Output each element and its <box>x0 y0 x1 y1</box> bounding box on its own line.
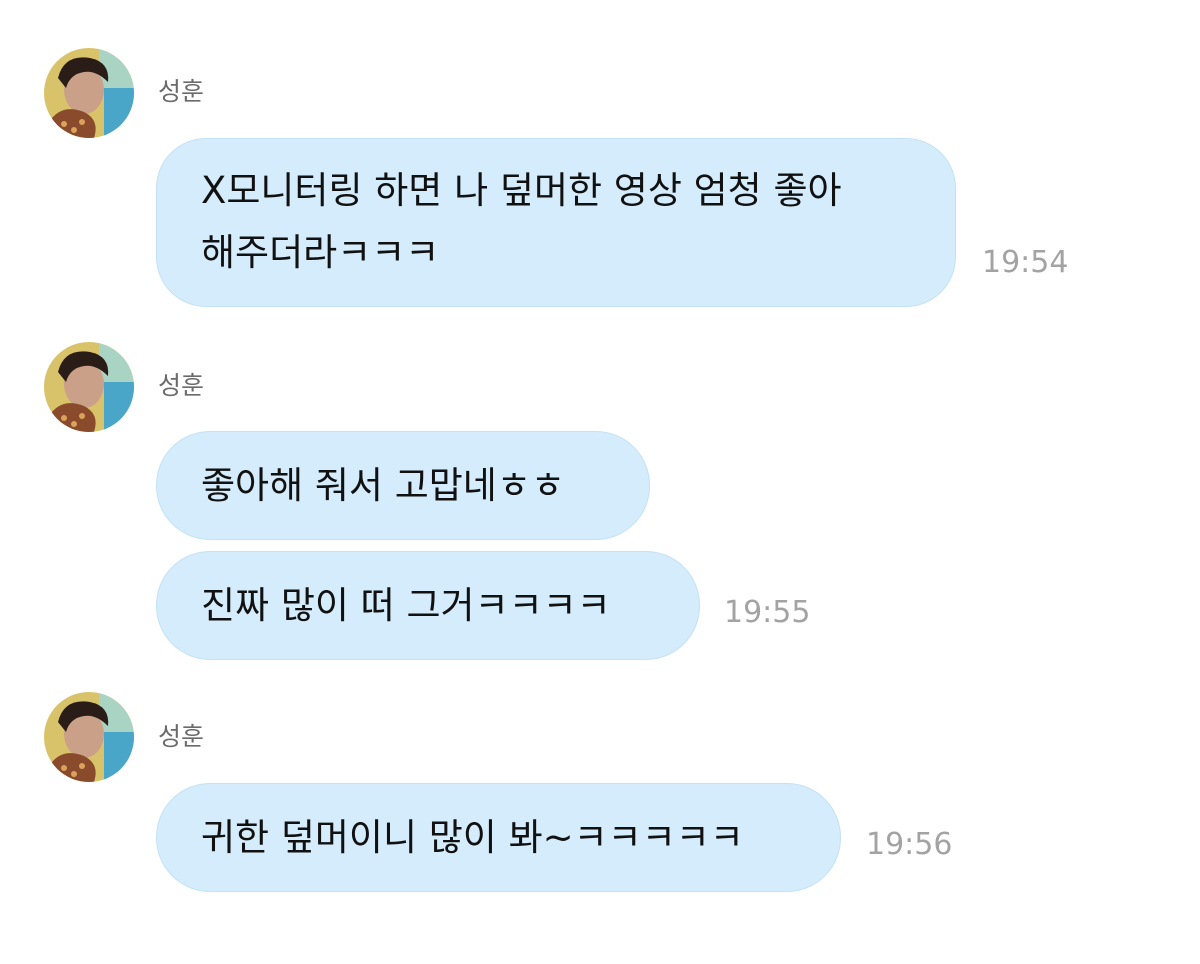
message-text: 진짜 많이 떠 그거ㅋㅋㅋㅋ <box>201 584 611 627</box>
message-timestamp: 19:55 <box>724 595 811 630</box>
sender-name: 성훈 <box>158 371 205 400</box>
message-text: 좋아해 줘서 고맙네ㅎㅎ <box>201 464 565 507</box>
message-bubble[interactable]: 좋아해 줘서 고맙네ㅎㅎ <box>156 431 650 540</box>
message-bubble[interactable]: 진짜 많이 떠 그거ㅋㅋㅋㅋ <box>156 551 700 660</box>
message-bubble[interactable]: X모니터링 하면 나 덮머한 영상 엄청 좋아 해주더라ㅋㅋㅋ <box>156 138 956 307</box>
avatar[interactable] <box>44 48 134 138</box>
message-timestamp: 19:54 <box>982 245 1069 280</box>
avatar[interactable] <box>44 342 134 432</box>
message-text: 해주더라ㅋㅋㅋ <box>201 231 440 274</box>
message-timestamp: 19:56 <box>866 827 953 862</box>
message-bubble[interactable]: 귀한 덮머이니 많이 봐~ㅋㅋㅋㅋㅋ <box>156 783 841 892</box>
sender-name: 성훈 <box>158 77 205 106</box>
message-text: X모니터링 하면 나 덮머한 영상 엄청 좋아 <box>201 169 842 212</box>
avatar[interactable] <box>44 692 134 782</box>
sender-name: 성훈 <box>158 722 205 751</box>
message-text: 귀한 덮머이니 많이 봐~ㅋㅋㅋㅋㅋ <box>201 816 744 859</box>
